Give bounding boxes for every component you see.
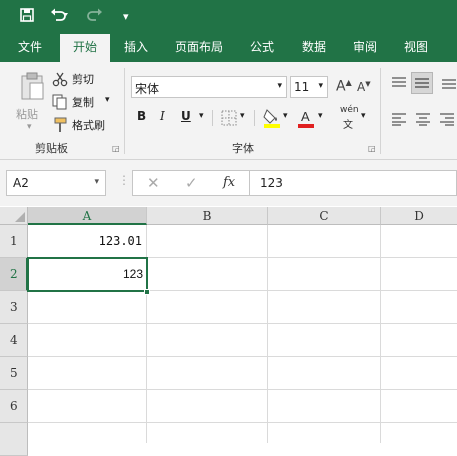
font-launcher-icon[interactable]: ◲ (368, 144, 376, 153)
shrink-font-button[interactable]: A▼ (357, 80, 371, 94)
paste-dropdown-icon[interactable]: ▾ (27, 122, 32, 132)
row-header-1[interactable]: 1 (0, 225, 28, 258)
clipboard-launcher-icon[interactable]: ◲ (112, 144, 120, 153)
font-size-value: 11 (294, 80, 310, 94)
tab-file[interactable]: 文件 (8, 34, 52, 62)
clipboard-group-label: 剪贴板 (35, 142, 68, 155)
cell-a1[interactable]: 123.01 (28, 225, 146, 257)
underline-dropdown-icon[interactable]: ▾ (199, 111, 204, 121)
copy-dropdown-icon[interactable]: ▾ (105, 95, 110, 105)
gridline (28, 356, 457, 357)
row-header-4[interactable]: 4 (0, 324, 28, 357)
save-icon[interactable] (20, 8, 34, 26)
font-name-combo[interactable]: 宋体 ▾ (131, 76, 287, 98)
paintbrush-icon (52, 117, 68, 136)
title-bar: ▾ (0, 0, 457, 34)
divider (212, 110, 213, 126)
chevron-down-icon[interactable]: ▾ (318, 81, 323, 91)
divider (254, 110, 255, 126)
cut-label: 剪切 (72, 73, 94, 86)
formula-input[interactable]: 123 (250, 170, 457, 196)
row-header-5[interactable]: 5 (0, 357, 28, 390)
copy-icon (52, 94, 68, 113)
font-color-icon[interactable]: A (297, 108, 315, 131)
align-left-icon[interactable] (391, 112, 407, 129)
tab-insert[interactable]: 插入 (114, 34, 158, 62)
fill-handle[interactable] (144, 289, 150, 295)
group-divider (124, 68, 125, 154)
tab-page-layout[interactable]: 页面布局 (168, 34, 230, 62)
fill-color-icon[interactable] (263, 108, 281, 131)
tab-home[interactable]: 开始 (60, 34, 110, 62)
formula-value: 123 (260, 176, 283, 190)
tab-view[interactable]: 视图 (394, 34, 438, 62)
ribbon-tabs: 文件 开始 插入 页面布局 公式 数据 审阅 视图 (0, 34, 457, 62)
chevron-down-icon[interactable]: ▾ (94, 177, 99, 187)
gridline (28, 422, 457, 423)
chevron-down-icon[interactable]: ▾ (277, 81, 282, 91)
borders-icon[interactable] (221, 110, 237, 129)
insert-function-button[interactable]: fx (223, 175, 235, 190)
format-painter-label: 格式刷 (72, 119, 105, 132)
column-header-b[interactable]: B (147, 207, 268, 225)
formula-buttons: ✕ ✓ fx (132, 170, 250, 196)
phonetic-guide-button[interactable]: wén (340, 105, 359, 115)
formula-bar: A2 ▾ ⋮ ✕ ✓ fx 123 (0, 160, 457, 206)
borders-dropdown-icon[interactable]: ▾ (240, 111, 245, 121)
clipboard-icon (20, 72, 44, 103)
align-right-icon[interactable] (439, 112, 455, 129)
font-group-label: 字体 (232, 142, 254, 155)
select-all-corner[interactable] (0, 207, 28, 225)
undo-icon[interactable] (50, 8, 68, 26)
phonetic-icon: 文 (343, 120, 353, 131)
cell-a2-selected[interactable]: 123 (27, 257, 148, 292)
row-header-7[interactable] (0, 423, 28, 456)
align-top-icon[interactable] (391, 76, 407, 93)
redo-icon[interactable] (86, 8, 104, 26)
align-middle-button[interactable] (411, 72, 433, 94)
svg-text:A: A (301, 109, 310, 124)
column-header-c[interactable]: C (268, 207, 381, 225)
fill-color-dropdown-icon[interactable]: ▾ (283, 111, 288, 121)
row-header-2[interactable]: 2 (0, 258, 28, 291)
scissors-icon (52, 71, 68, 90)
copy-button[interactable]: 复制 ▾ (52, 93, 122, 111)
font-color-dropdown-icon[interactable]: ▾ (318, 111, 323, 121)
cancel-icon[interactable]: ✕ (147, 174, 160, 192)
row-header-3[interactable]: 3 (0, 291, 28, 324)
phonetic-dropdown-icon[interactable]: ▾ (361, 111, 366, 121)
group-divider (380, 68, 381, 154)
font-size-combo[interactable]: 11 ▾ (290, 76, 328, 98)
enter-icon[interactable]: ✓ (185, 174, 198, 192)
grow-font-button[interactable]: A▲ (336, 78, 352, 95)
gridline (28, 389, 457, 390)
paste-button[interactable]: 粘贴 ▾ (14, 70, 48, 134)
column-header-a[interactable]: A (28, 207, 147, 225)
name-box-value: A2 (13, 176, 29, 190)
more-icon: ⋮ (118, 173, 130, 187)
italic-button[interactable]: I (160, 109, 165, 123)
format-painter-button[interactable]: 格式刷 (52, 116, 122, 134)
column-header-d[interactable]: D (381, 207, 457, 225)
tab-review[interactable]: 审阅 (343, 34, 387, 62)
copy-label: 复制 (72, 96, 94, 109)
align-bottom-icon[interactable] (441, 76, 457, 93)
cut-button[interactable]: 剪切 (52, 70, 122, 88)
underline-button[interactable]: U (181, 109, 191, 123)
bold-button[interactable]: B (137, 109, 146, 123)
paste-label: 粘贴 (16, 108, 38, 121)
row-header-6[interactable]: 6 (0, 390, 28, 423)
ribbon: 粘贴 ▾ 剪切 复制 ▾ 格式刷 剪贴板 ◲ 宋体 ▾ 11 ▾ A▲ A▼ B… (0, 62, 457, 160)
worksheet-grid: A B C D 1 2 3 4 5 6 123.01 123 (0, 207, 457, 456)
gridline (28, 323, 457, 324)
gridline (380, 225, 381, 443)
gridline (267, 225, 268, 443)
font-name-value: 宋体 (135, 82, 160, 96)
align-center-icon[interactable] (415, 112, 431, 129)
tab-data[interactable]: 数据 (292, 34, 336, 62)
tab-formulas[interactable]: 公式 (240, 34, 284, 62)
customize-qat-icon[interactable]: ▾ (123, 10, 129, 23)
name-box[interactable]: A2 ▾ (6, 170, 106, 196)
